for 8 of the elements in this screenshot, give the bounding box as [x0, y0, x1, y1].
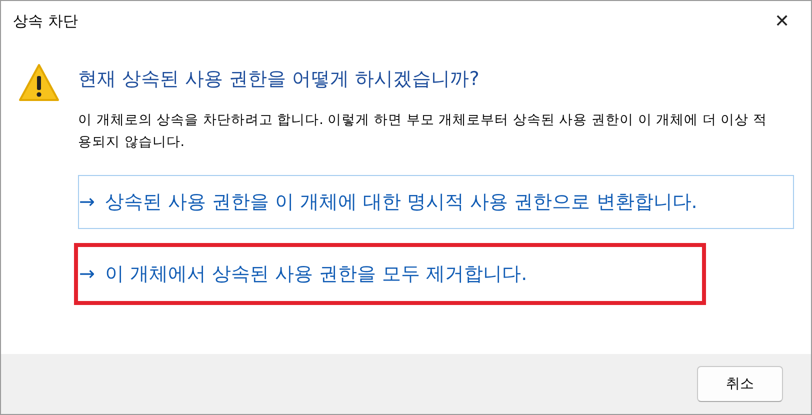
cancel-button[interactable]: 취소 [697, 366, 783, 402]
close-button[interactable]: ✕ [759, 1, 805, 41]
command-link[interactable]: → 이 개체에서 상속된 사용 권한을 모두 제거합니다. [78, 247, 702, 301]
window-title: 상속 차단 [13, 12, 78, 30]
warning-icon [18, 63, 60, 103]
dialog-heading: 현재 상속된 사용 권한을 어떻게 하시겠습니까? [78, 67, 480, 92]
description-text: 이 개체로의 상속을 차단하려고 합니다. 이렇게 하면 부모 개체로부터 상속된 사용 권한이 이 개체에 더 이상 적용되지 않습니다. [78, 111, 768, 152]
command-link[interactable]: → 상속된 사용 권한을 이 개체에 대한 명시적 사용 권한으로 변환합니다. [78, 175, 794, 229]
